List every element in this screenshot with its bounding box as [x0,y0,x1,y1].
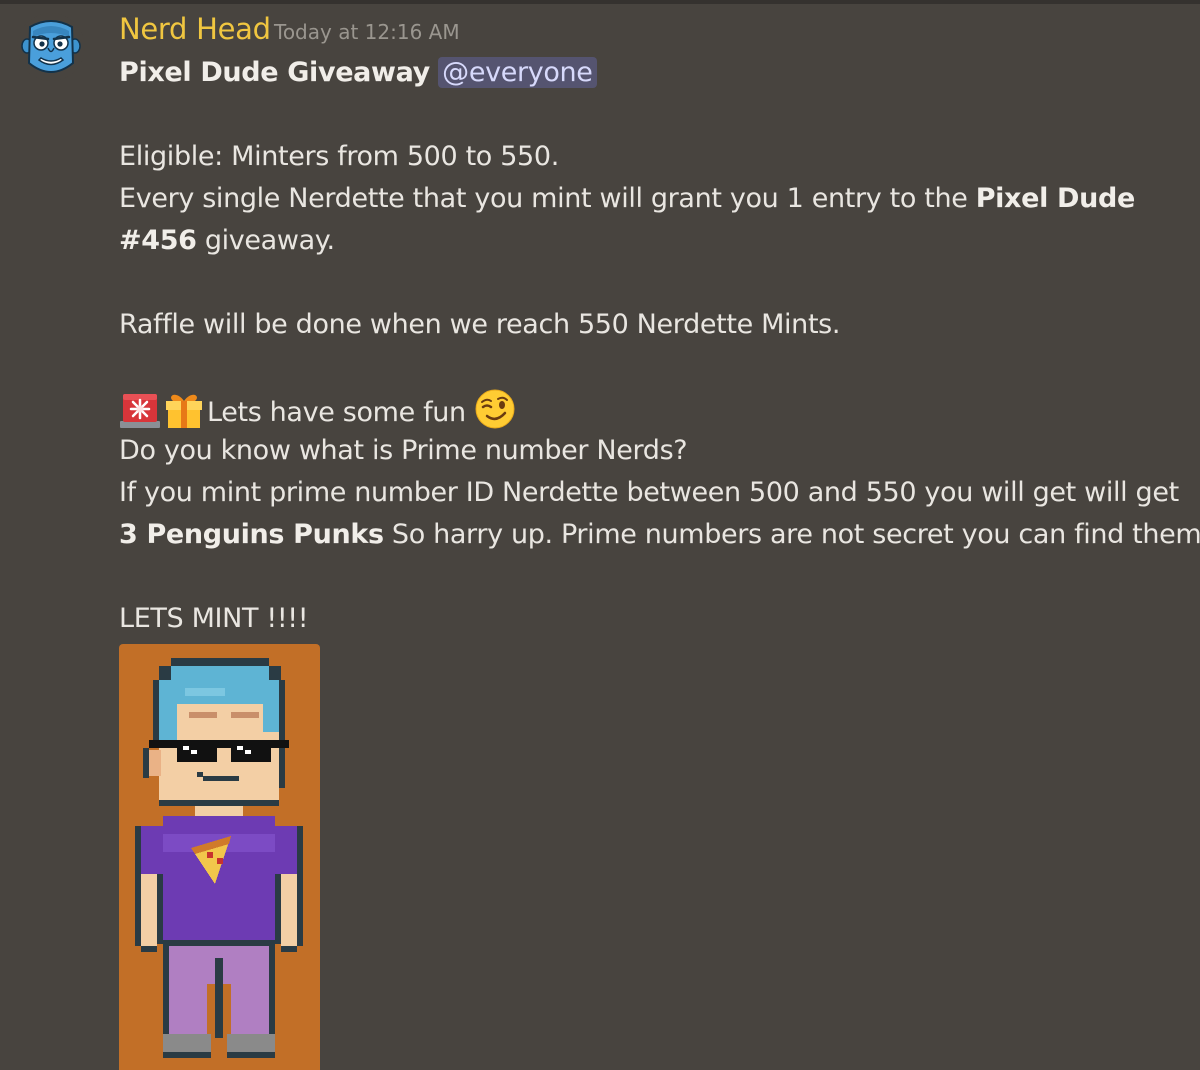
prize-rest: So harry up. Prime numbers are not secre… [383,519,1200,550]
message-author[interactable]: Nerd Head [119,12,271,46]
image-attachment[interactable] [119,644,320,1070]
message-timestamp: Today at 12:16 AM [274,20,460,44]
entry-suffix: giveaway. [196,225,335,256]
everyone-mention[interactable]: @everyone [438,57,597,88]
message-title: Pixel Dude Giveaway [119,57,430,88]
prize-line: 3 Penguins Punks So harry up. Prime numb… [119,514,1200,556]
entry-line-continued: #456 giveaway. [119,220,1189,262]
pixel-dude-image [135,658,303,1058]
wrapped-gift-icon [163,388,205,430]
nerd-head-avatar-icon[interactable] [17,13,85,81]
prize-bold: 3 Penguins Punks [119,519,384,550]
question-line: Do you know what is Prime number Nerds? [119,435,688,466]
fun-text: Lets have some fun [207,397,466,428]
winking-face-icon [474,388,516,430]
fun-line: Lets have some fun [119,388,1189,430]
rotating-light-icon [119,388,161,430]
raffle-line: Raffle will be done when we reach 550 Ne… [119,309,841,340]
prize-name: Pixel Dude [975,183,1136,214]
prize-number: #456 [119,225,197,256]
prime-line: If you mint prime number ID Nerdette bet… [119,477,1179,508]
lets-mint-line: LETS MINT !!!! [119,603,309,634]
entry-prefix: Every single Nerdette that you mint will… [119,183,976,214]
message-content: Pixel Dude Giveaway @everyone Eligible: … [119,52,1200,640]
eligible-line: Eligible: Minters from 500 to 550. [119,141,559,172]
entry-line: Every single Nerdette that you mint will… [119,178,1189,220]
message-title-line: Pixel Dude Giveaway @everyone [119,52,1189,94]
chat-message: Nerd Head Today at 12:16 AM Pixel Dude G… [0,0,1200,1070]
